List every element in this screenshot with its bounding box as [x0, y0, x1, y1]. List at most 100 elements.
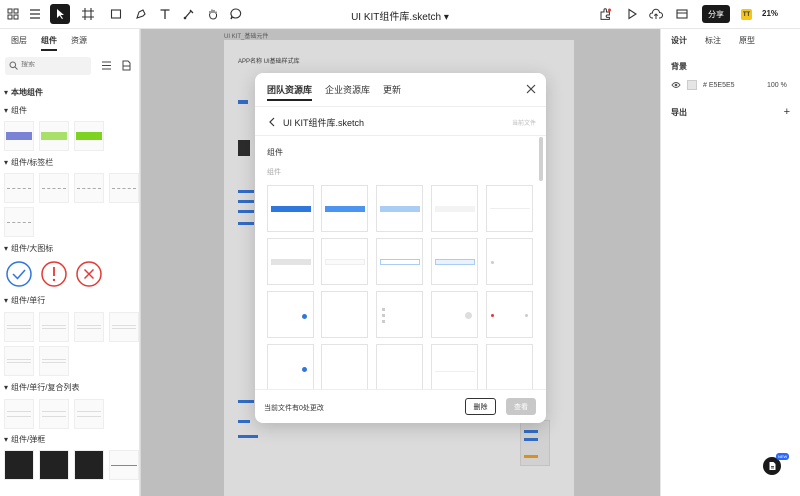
component-thumb[interactable]: [74, 312, 104, 342]
component-cell[interactable]: [431, 344, 478, 389]
close-icon[interactable]: [525, 83, 537, 95]
component-cell[interactable]: [321, 185, 368, 232]
component-cell[interactable]: [267, 185, 314, 232]
warning-circle-icon[interactable]: [39, 259, 69, 289]
chevron-down-icon[interactable]: ▾: [441, 12, 449, 23]
background-color-swatch[interactable]: [687, 80, 697, 90]
move-tool-icon[interactable]: [50, 4, 70, 24]
tab-prototype[interactable]: 原型: [739, 35, 755, 46]
error-circle-icon[interactable]: [74, 259, 104, 289]
library-name: UI KIT组件库.sketch: [283, 118, 365, 128]
tab-layers[interactable]: 图层: [11, 35, 27, 46]
play-icon[interactable]: [622, 4, 642, 24]
component-thumb[interactable]: [74, 450, 104, 480]
text-tool-icon[interactable]: [155, 4, 175, 24]
menu-icon[interactable]: [25, 4, 45, 24]
layout-icon[interactable]: [672, 4, 692, 24]
component-cell[interactable]: [267, 238, 314, 285]
component-cell[interactable]: [431, 185, 478, 232]
component-thumb[interactable]: [109, 173, 139, 203]
pen-tool-icon[interactable]: [131, 4, 151, 24]
plugin-icon[interactable]: [595, 4, 615, 24]
section-local-components[interactable]: ▾ 本地组件: [4, 87, 43, 98]
check-circle-icon[interactable]: [4, 259, 34, 289]
hand-tool-icon[interactable]: [203, 4, 223, 24]
section-large-icons[interactable]: ▾ 组件/大图标: [4, 243, 53, 254]
rectangle-tool-icon[interactable]: [106, 4, 126, 24]
component-cell[interactable]: [486, 344, 533, 389]
tab-enterprise-library[interactable]: 企业资源库: [325, 83, 370, 101]
component-cell[interactable]: [376, 238, 423, 285]
component-thumb[interactable]: [39, 399, 69, 429]
library-dialog: 团队资源库 企业资源库 更新 UI KIT组件库.sketch 当前文件 组件 …: [255, 73, 546, 423]
component-grid: [267, 185, 537, 389]
component-thumb[interactable]: [109, 450, 139, 480]
upload-icon[interactable]: [646, 4, 666, 24]
component-thumb[interactable]: [74, 399, 104, 429]
eye-icon[interactable]: [671, 81, 681, 89]
component-thumb[interactable]: [4, 450, 34, 480]
frame-tool-icon[interactable]: [78, 4, 98, 24]
section-tabbar[interactable]: ▾ 组件/标签栏: [4, 157, 53, 168]
tab-assets[interactable]: 资源: [71, 35, 87, 46]
component-thumb[interactable]: [4, 312, 34, 342]
delete-button[interactable]: 删除: [465, 398, 496, 415]
share-button[interactable]: 分享: [702, 5, 730, 23]
component-cell[interactable]: [486, 238, 533, 285]
component-thumb[interactable]: [4, 173, 34, 203]
component-thumb[interactable]: [39, 173, 69, 203]
search-input[interactable]: [21, 61, 86, 68]
add-export-icon[interactable]: +: [784, 106, 790, 118]
component-cell[interactable]: [376, 185, 423, 232]
brush-tool-icon[interactable]: [179, 4, 199, 24]
section-single-row[interactable]: ▾ 组件/单行: [4, 295, 45, 306]
tab-components[interactable]: 组件: [41, 35, 57, 51]
view-button[interactable]: 查看: [506, 398, 536, 415]
component-cell[interactable]: [321, 238, 368, 285]
list-view-icon[interactable]: [101, 60, 112, 71]
component-thumb[interactable]: [39, 450, 69, 480]
library-icon[interactable]: [121, 60, 132, 71]
component-thumb[interactable]: [4, 346, 34, 376]
background-hex[interactable]: # E5E5E5: [703, 82, 753, 89]
component-thumb[interactable]: [74, 173, 104, 203]
component-thumb[interactable]: [39, 312, 69, 342]
component-cell[interactable]: [486, 291, 533, 338]
tab-updates[interactable]: 更新: [383, 83, 401, 101]
component-thumb[interactable]: [74, 121, 104, 151]
component-cell[interactable]: [376, 344, 423, 389]
zoom-level[interactable]: 21%: [762, 9, 778, 18]
component-thumb[interactable]: [4, 399, 34, 429]
chevron-down-icon: ▾: [4, 88, 9, 97]
component-cell[interactable]: [486, 185, 533, 232]
right-panel: 设计 标注 原型 背景 # E5E5E5 100 % 导出 +: [660, 29, 800, 496]
section-dialog[interactable]: ▾ 组件/弹框: [4, 434, 45, 445]
scrollbar[interactable]: [539, 137, 543, 181]
component-cell[interactable]: [431, 291, 478, 338]
component-cell[interactable]: [321, 344, 368, 389]
component-thumb[interactable]: [109, 312, 139, 342]
avatar[interactable]: TT: [741, 9, 752, 20]
component-thumb[interactable]: [39, 346, 69, 376]
chevron-down-icon: ▾: [4, 383, 9, 392]
section-compound-list[interactable]: ▾ 组件/单行/复合列表: [4, 382, 79, 393]
component-cell[interactable]: [431, 238, 478, 285]
comment-tool-icon[interactable]: [226, 4, 246, 24]
tab-team-library[interactable]: 团队资源库: [267, 83, 313, 101]
left-panel: 图层 组件 资源 ▾本地组件 ▾组件 ▾组件/标签栏 ▾组件/大图标: [0, 29, 140, 496]
component-cell[interactable]: [376, 291, 423, 338]
back-arrow-icon[interactable]: [267, 116, 277, 128]
component-thumb[interactable]: [4, 121, 34, 151]
section-components[interactable]: ▾ 组件: [4, 105, 27, 116]
component-thumb[interactable]: [39, 121, 69, 151]
component-cell[interactable]: [267, 291, 314, 338]
search-box[interactable]: [5, 57, 91, 75]
home-icon[interactable]: [3, 4, 23, 24]
tab-annotation[interactable]: 标注: [705, 35, 721, 46]
component-cell[interactable]: [267, 344, 314, 389]
component-thumb[interactable]: [4, 207, 34, 237]
tab-design[interactable]: 设计: [671, 35, 687, 46]
component-cell[interactable]: [321, 291, 368, 338]
background-opacity[interactable]: 100 %: [767, 82, 787, 89]
document-title[interactable]: UI KIT组件库.sketch: [351, 12, 441, 23]
